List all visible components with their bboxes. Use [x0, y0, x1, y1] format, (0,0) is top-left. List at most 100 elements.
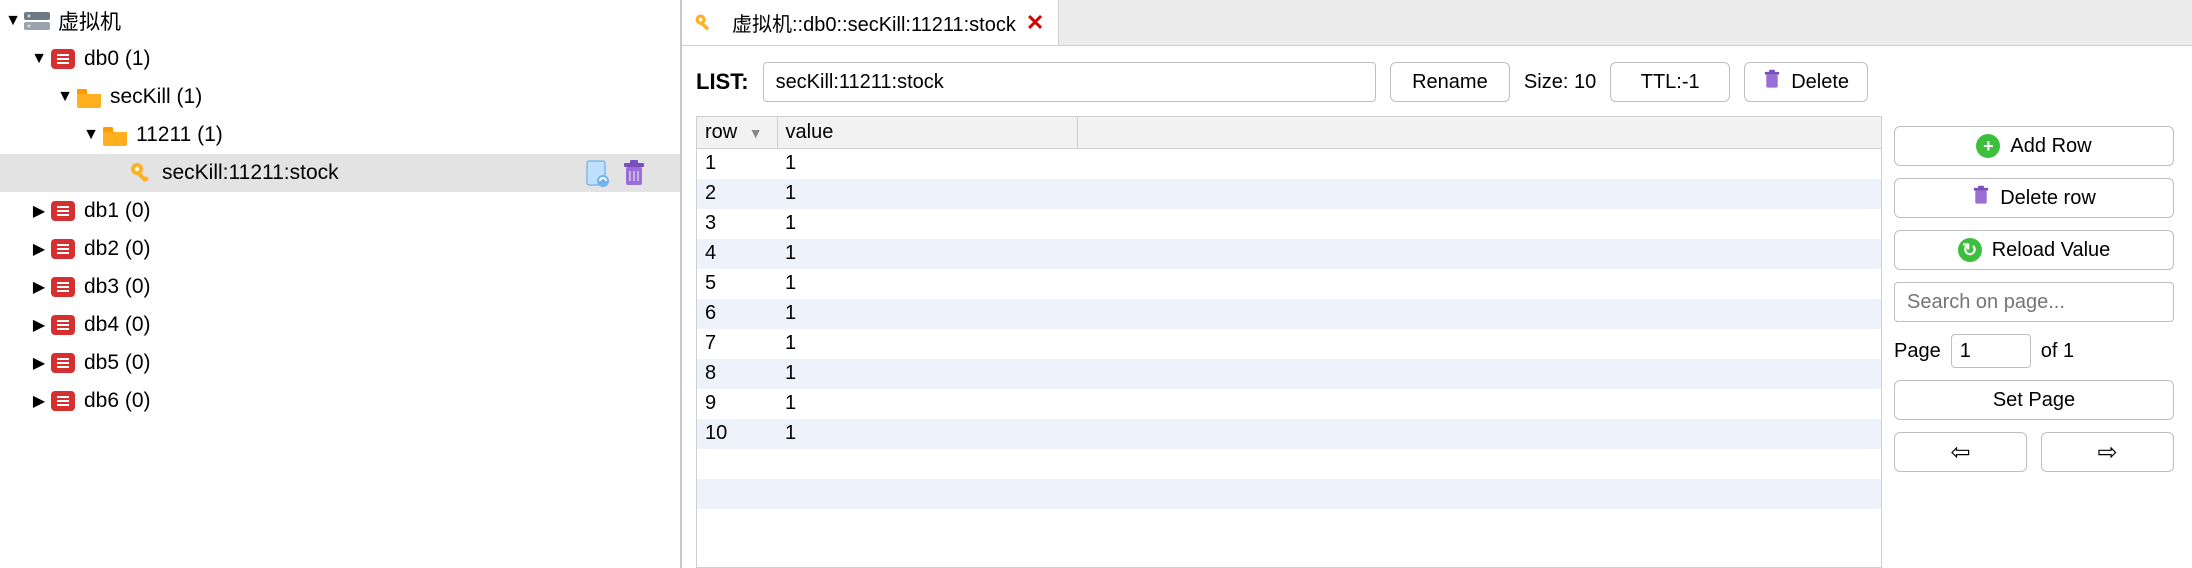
rename-button[interactable]: Rename	[1390, 62, 1510, 102]
disclosure-icon[interactable]: ▶	[30, 353, 48, 373]
page-input[interactable]	[1951, 334, 2031, 368]
table-row[interactable]: 11	[697, 149, 1881, 179]
tree-folder-label: secKill (1)	[110, 85, 202, 109]
trash-icon	[1972, 185, 1990, 211]
ttl-button[interactable]: TTL:-1	[1610, 62, 1730, 102]
tree-db[interactable]: ▶ db1 (0)	[0, 192, 680, 230]
key-icon	[126, 158, 156, 188]
table-row[interactable]: 61	[697, 299, 1881, 329]
key-header: LIST: Rename Size: 10 TTL:-1 Delete	[696, 62, 1882, 102]
table-row-empty	[697, 509, 1881, 539]
disclosure-icon[interactable]: ▼	[4, 12, 22, 30]
tree-db-label: db2 (0)	[84, 237, 151, 261]
disclosure-icon[interactable]: ▶	[30, 239, 48, 259]
tree-key-selected[interactable]: secKill:11211:stock	[0, 154, 680, 192]
cell-value: 1	[777, 389, 1077, 419]
table-row[interactable]: 81	[697, 359, 1881, 389]
disclosure-icon[interactable]: ▼	[30, 50, 48, 68]
delete-button[interactable]: Delete	[1744, 62, 1868, 102]
tree-db0[interactable]: ▼ db0 (1)	[0, 40, 680, 78]
cell-row: 6	[697, 299, 777, 329]
table-row[interactable]: 71	[697, 329, 1881, 359]
tree-db-label: db0 (1)	[84, 47, 151, 71]
reload-icon: ↻	[1958, 238, 1982, 262]
disclosure-icon[interactable]: ▶	[30, 277, 48, 297]
table-row-empty	[697, 479, 1881, 509]
trash-icon[interactable]	[622, 159, 650, 187]
cell-row: 7	[697, 329, 777, 359]
filter-icon[interactable]	[584, 159, 612, 187]
tree-db-label: db6 (0)	[84, 389, 151, 413]
tree-db-label: db3 (0)	[84, 275, 151, 299]
col-row-header[interactable]: row ▼	[697, 117, 777, 149]
disclosure-icon[interactable]: ▼	[82, 126, 100, 144]
table-row[interactable]: 21	[697, 179, 1881, 209]
tree-db[interactable]: ▶ db4 (0)	[0, 306, 680, 344]
next-page-button[interactable]: ⇨	[2041, 432, 2174, 472]
key-type-label: LIST:	[696, 69, 749, 95]
trash-icon	[1763, 69, 1781, 95]
database-icon	[48, 348, 78, 378]
tree-db-label: db1 (0)	[84, 199, 151, 223]
cell-row: 10	[697, 419, 777, 449]
tree-db[interactable]: ▶ db2 (0)	[0, 230, 680, 268]
cell-value: 1	[777, 359, 1077, 389]
disclosure-icon[interactable]: ▶	[30, 201, 48, 221]
page-of-label: of 1	[2041, 340, 2074, 363]
tree-db[interactable]: ▶ db6 (0)	[0, 382, 680, 420]
table-row[interactable]: 31	[697, 209, 1881, 239]
cell-value: 1	[777, 209, 1077, 239]
reload-button[interactable]: ↻ Reload Value	[1894, 230, 2174, 270]
tree-db[interactable]: ▶ db3 (0)	[0, 268, 680, 306]
table-row[interactable]: 91	[697, 389, 1881, 419]
cell-row: 5	[697, 269, 777, 299]
prev-page-button[interactable]: ⇦	[1894, 432, 2027, 472]
tree-db-label: db4 (0)	[84, 313, 151, 337]
add-row-button[interactable]: + Add Row	[1894, 126, 2174, 166]
folder-icon	[100, 120, 130, 150]
set-page-button[interactable]: Set Page	[1894, 380, 2174, 420]
tree-key-label: secKill:11211:stock	[162, 161, 339, 185]
plus-icon: +	[1976, 134, 2000, 158]
tree-server[interactable]: ▼ 虚拟机	[0, 2, 680, 40]
main: 虚拟机::db0::secKill:11211:stock ✕ LIST: Re…	[682, 0, 2192, 568]
cell-row: 1	[697, 149, 777, 179]
database-icon	[48, 234, 78, 264]
delete-label: Delete	[1791, 71, 1849, 94]
sidebar: ▼ 虚拟机 ▼ db0 (1) ▼ secKill (1) ▼ 11211 (1…	[0, 0, 682, 568]
tab-key[interactable]: 虚拟机::db0::secKill:11211:stock ✕	[682, 0, 1059, 45]
cell-value: 1	[777, 269, 1077, 299]
tree-folder-label: 11211 (1)	[136, 123, 223, 147]
table-row[interactable]: 51	[697, 269, 1881, 299]
tree-db[interactable]: ▶ db5 (0)	[0, 344, 680, 382]
disclosure-icon[interactable]: ▶	[30, 315, 48, 335]
tree-db-label: db5 (0)	[84, 351, 151, 375]
size-label: Size: 10	[1524, 71, 1596, 94]
data-table: row ▼ value 112131415161718191101	[696, 116, 1882, 568]
database-icon	[48, 44, 78, 74]
cell-row: 8	[697, 359, 777, 389]
disclosure-icon[interactable]: ▶	[30, 391, 48, 411]
cell-row: 4	[697, 239, 777, 269]
col-spacer	[1077, 117, 1881, 149]
key-icon	[692, 11, 716, 35]
database-icon	[48, 386, 78, 416]
tree-server-label: 虚拟机	[58, 6, 121, 36]
delete-row-button[interactable]: Delete row	[1894, 178, 2174, 218]
tree-folder-11211[interactable]: ▼ 11211 (1)	[0, 116, 680, 154]
search-input[interactable]	[1894, 282, 2174, 322]
cell-value: 1	[777, 419, 1077, 449]
col-value-header[interactable]: value	[777, 117, 1077, 149]
tab-title: 虚拟机::db0::secKill:11211:stock	[732, 8, 1016, 37]
disclosure-icon[interactable]: ▼	[56, 88, 74, 106]
cell-value: 1	[777, 299, 1077, 329]
key-name-input[interactable]	[763, 62, 1376, 102]
cell-row: 9	[697, 389, 777, 419]
page-label: Page	[1894, 340, 1941, 363]
database-icon	[48, 196, 78, 226]
table-row[interactable]: 101	[697, 419, 1881, 449]
server-icon	[22, 6, 52, 36]
tree-folder-seckill[interactable]: ▼ secKill (1)	[0, 78, 680, 116]
table-row[interactable]: 41	[697, 239, 1881, 269]
close-icon[interactable]: ✕	[1026, 10, 1044, 36]
